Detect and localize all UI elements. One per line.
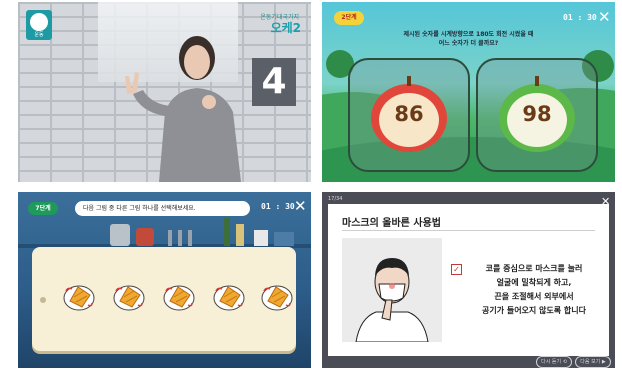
pancake-plate-option[interactable] — [162, 279, 196, 313]
apple-number-left: 86 — [394, 102, 424, 126]
pancake-plate-option[interactable] — [212, 279, 246, 313]
apple-choice-left[interactable]: 86 — [348, 58, 470, 172]
lesson-body: 코를 중심으로 마스크를 눌러 얼굴에 밀착되게 하고, 끈을 조절해서 외부에… — [464, 262, 604, 318]
stage-badge: 7단계 — [28, 202, 58, 215]
question-text: 제시된 숫자를 시계방향으로 180도 회전 시켰을 때 어느 숫자가 더 클까… — [362, 30, 575, 48]
close-icon[interactable]: ✕ — [294, 199, 307, 214]
close-icon[interactable]: ✕ — [598, 10, 611, 25]
pancake-icon — [163, 285, 195, 311]
body-line: 코를 중심으로 마스크를 눌러 — [485, 264, 583, 273]
brand-title: 오케2 — [270, 21, 301, 35]
kitchen-game-panel: 7단계 다음 그림 중 다른 그림 하나를 선택해보세요. 01 : 30 ✕ — [18, 192, 311, 368]
pancake-plate-option[interactable] — [260, 279, 294, 313]
lesson-title: 마스크의 올바른 사용법 — [342, 218, 441, 229]
pancake-icon — [113, 285, 145, 311]
question-line-2: 어느 숫자가 더 클까요? — [438, 40, 499, 47]
page-indicator: 17/34 — [328, 196, 343, 202]
person-wearing-mask-icon — [355, 258, 429, 343]
pancake-icon — [261, 285, 293, 311]
exercise-video-panel[interactable]: 운동 온동기대국가지 오케2 4 — [18, 2, 311, 182]
rep-count: 4 — [252, 58, 296, 106]
replay-button[interactable]: 다시 듣기 ⟲ — [536, 356, 572, 368]
apple-number-right: 98 — [522, 102, 552, 126]
checkbox-icon: ✓ — [451, 264, 462, 275]
cutting-board — [32, 247, 296, 351]
body-line: 끈을 조절해서 외부에서 — [494, 292, 574, 301]
apple-choice-right[interactable]: 98 — [476, 58, 598, 172]
body-line: 얼굴에 밀착되게 하고, — [496, 278, 572, 287]
next-button[interactable]: 다음 보기 ▶ — [575, 356, 611, 368]
mask-illustration — [342, 238, 442, 343]
lesson-card: 마스크의 올바른 사용법 ✓ 코를 중심으로 마스크를 눌러 얼굴에 밀착되게 … — [328, 204, 609, 356]
title-divider — [342, 230, 595, 231]
apple-game-panel: 2단계 01 : 30 ✕ 제시된 숫자를 시계방향으로 180도 회전 시켰을… — [322, 2, 615, 182]
countdown-timer: 01 : 30 — [261, 202, 295, 211]
pancake-plate-option[interactable] — [112, 279, 146, 313]
brand-logo: 운동 — [26, 10, 52, 40]
pancake-plate-option[interactable] — [62, 279, 96, 313]
logo-label: 운동 — [34, 32, 44, 38]
logo-emblem-icon — [30, 13, 48, 31]
mask-lesson-panel: 17/34 ✕ 마스크의 올바른 사용법 ✓ 코를 중심으로 마스크를 눌러 얼… — [322, 192, 615, 368]
pancake-icon — [213, 285, 245, 311]
body-line: 공기가 들어오지 않도록 합니다 — [481, 306, 587, 315]
board-hole — [40, 297, 46, 303]
instructor-figure — [125, 36, 241, 182]
stage-badge: 2단계 — [334, 11, 364, 25]
pancake-icon — [63, 285, 95, 311]
countdown-timer: 01 : 30 — [563, 13, 597, 22]
question-line-1: 제시된 숫자를 시계방향으로 180도 회전 시켰을 때 — [403, 31, 534, 38]
instruction-text: 다음 그림 중 다른 그림 하나를 선택해보세요. — [75, 201, 250, 216]
